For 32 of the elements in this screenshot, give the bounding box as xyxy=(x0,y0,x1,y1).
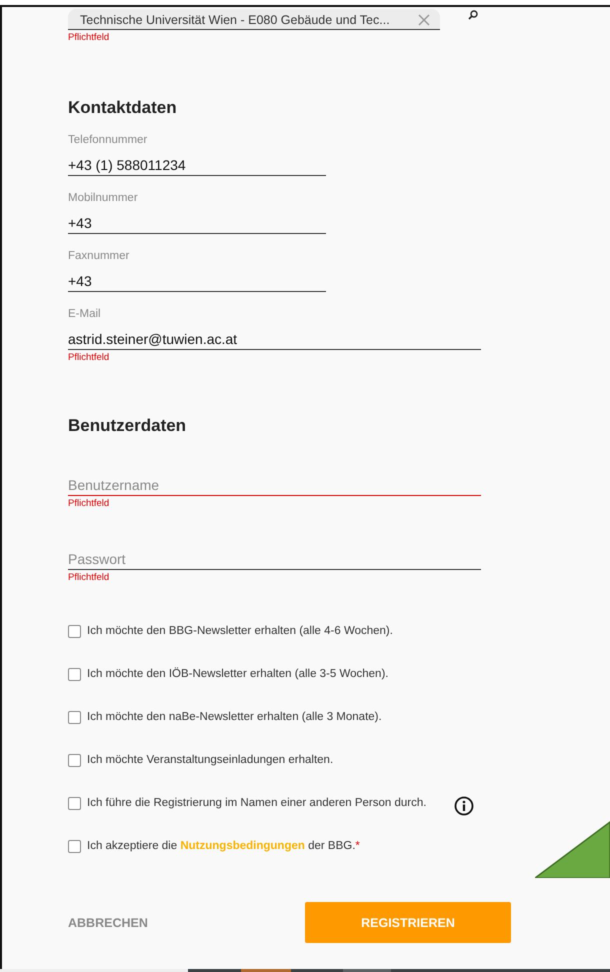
section-heading: Benutzerdaten xyxy=(68,416,188,436)
checkbox-label: Ich akzeptiere die Nutzungsbedingungen der BBG.* xyxy=(87,840,360,852)
section-heading: Kontaktdaten xyxy=(68,98,178,118)
required-hint: Pflichtfeld xyxy=(68,498,110,510)
text-field[interactable]: +43 (1) 588011234 xyxy=(68,153,326,176)
required-hint: Pflichtfeld xyxy=(68,32,110,44)
text-field[interactable]: +43 xyxy=(68,269,326,292)
required-hint: Pflichtfeld xyxy=(68,352,110,364)
checkbox-label: Ich möchte den IÖB-Newsletter erhalten (alle 3-5 Wochen). xyxy=(87,668,388,680)
info-icon[interactable] xyxy=(454,796,474,816)
checkbox[interactable] xyxy=(68,710,81,724)
organisation-field[interactable]: Technische Universität Wien - E080 Gebäude und Tec... xyxy=(68,9,440,30)
field-label: Mobilnummer xyxy=(68,192,139,206)
checkbox[interactable] xyxy=(68,624,81,638)
field-label: E-Mail xyxy=(68,308,102,322)
checkbox-label: Ich möchte Veranstaltungseinladungen erhalten. xyxy=(87,754,334,766)
close-icon[interactable] xyxy=(418,14,430,26)
text-field[interactable]: Benutzername xyxy=(68,473,481,496)
field-label: Faxnummer xyxy=(68,250,130,264)
field-label: Telefonnummer xyxy=(68,134,148,148)
text-field[interactable]: +43 xyxy=(68,211,326,234)
checkbox-label: Ich möchte den naBe-Newsletter erhalten (alle 3 Monate). xyxy=(87,711,382,723)
checkbox-label: Ich führe die Registrierung im Namen einer anderen Person durch. xyxy=(87,797,426,809)
required-hint: Pflichtfeld xyxy=(68,572,110,584)
search-icon[interactable] xyxy=(468,10,478,20)
checkbox[interactable] xyxy=(68,796,81,810)
checkbox[interactable] xyxy=(68,840,81,852)
checkbox-label: Ich möchte den BBG-Newsletter erhalten (alle 4-6 Wochen). xyxy=(87,625,393,637)
checkbox[interactable] xyxy=(68,754,81,766)
checkbox[interactable] xyxy=(68,668,81,680)
text-field[interactable]: Passwort xyxy=(68,547,481,570)
text-field[interactable]: astrid.steiner@tuwien.ac.at xyxy=(68,327,481,350)
